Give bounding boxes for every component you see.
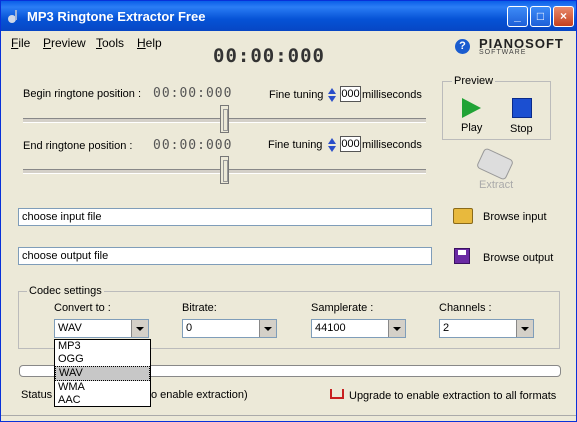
chevron-down-icon[interactable]: [388, 320, 405, 337]
preview-caption: Preview: [452, 75, 496, 87]
convert-to-label: Convert to :: [54, 302, 111, 314]
save-disk-icon[interactable]: [454, 248, 470, 264]
end-fine-tuning-label: Fine tuning: [268, 139, 323, 151]
menu-help[interactable]: Help: [137, 36, 162, 50]
begin-ms-input[interactable]: 000: [340, 86, 361, 102]
output-file-field[interactable]: choose output file: [18, 247, 432, 265]
format-option[interactable]: WMA: [55, 381, 150, 394]
format-option[interactable]: MP3: [55, 340, 150, 353]
convert-to-dropdown[interactable]: MP3 OGG WAV WMA AAC: [54, 339, 151, 407]
channels-label: Channels :: [439, 302, 492, 314]
end-time: 00:00:000: [153, 138, 233, 153]
begin-position-label: Begin ringtone position :: [23, 88, 142, 100]
help-icon[interactable]: ?: [455, 39, 470, 54]
upgrade-link[interactable]: Upgrade to enable extraction to all form…: [349, 390, 556, 402]
window-title: MP3 Ringtone Extractor Free: [27, 9, 206, 24]
preview-group: Preview: [442, 75, 551, 140]
browse-output-button[interactable]: Browse output: [483, 252, 553, 264]
chevron-down-icon[interactable]: [131, 320, 148, 337]
play-icon[interactable]: [462, 98, 481, 118]
folder-open-icon[interactable]: [453, 208, 473, 224]
menu-tools[interactable]: Tools: [96, 36, 124, 50]
end-fine-tuning-spinner[interactable]: [328, 138, 336, 154]
end-ms-input[interactable]: 000: [340, 136, 361, 152]
end-slider-thumb[interactable]: [220, 156, 229, 184]
shopping-cart-icon[interactable]: [330, 389, 344, 399]
input-file-field[interactable]: choose input file: [18, 208, 432, 226]
spin-down-icon[interactable]: [328, 146, 336, 152]
codec-settings-caption: Codec settings: [27, 285, 104, 297]
samplerate-label: Samplerate :: [311, 302, 374, 314]
bitrate-select[interactable]: 0: [182, 319, 277, 338]
main-window: MP3 Ringtone Extractor Free _ □ × File P…: [0, 0, 577, 422]
samplerate-select[interactable]: 44100: [311, 319, 406, 338]
extract-button-label[interactable]: Extract: [479, 179, 513, 191]
begin-time: 00:00:000: [153, 86, 233, 101]
stop-button-label[interactable]: Stop: [510, 123, 533, 135]
play-button-label[interactable]: Play: [461, 122, 482, 134]
begin-ms-unit: milliseconds: [362, 89, 422, 101]
begin-slider-thumb[interactable]: [220, 105, 229, 133]
brand-logo: PIANOSOFT SOFTWARE: [479, 36, 571, 56]
spin-up-icon[interactable]: [328, 138, 336, 144]
begin-fine-tuning-spinner[interactable]: [328, 88, 336, 104]
status-text: o enable extraction): [151, 389, 248, 401]
channels-select[interactable]: 2: [439, 319, 534, 338]
extract-phone-icon[interactable]: [475, 147, 515, 181]
format-option[interactable]: AAC: [55, 394, 150, 407]
spin-up-icon[interactable]: [328, 88, 336, 94]
app-icon: [8, 10, 17, 23]
bitrate-label: Bitrate:: [182, 302, 217, 314]
title-bar: MP3 Ringtone Extractor Free _ □ ×: [1, 1, 576, 31]
format-option-selected[interactable]: WAV: [55, 366, 150, 381]
spin-down-icon[interactable]: [328, 96, 336, 102]
close-button[interactable]: ×: [553, 6, 574, 27]
end-position-label: End ringtone position :: [23, 140, 133, 152]
menu-file[interactable]: File: [11, 36, 30, 50]
main-timer: 00:00:000: [213, 45, 325, 67]
format-option[interactable]: OGG: [55, 353, 150, 366]
begin-fine-tuning-label: Fine tuning: [269, 89, 324, 101]
maximize-button[interactable]: □: [530, 6, 551, 27]
minimize-button[interactable]: _: [507, 6, 528, 27]
status-label: Status: [21, 389, 53, 401]
status-divider: [1, 415, 576, 416]
chevron-down-icon[interactable]: [516, 320, 533, 337]
chevron-down-icon[interactable]: [259, 320, 276, 337]
end-ms-unit: milliseconds: [362, 139, 422, 151]
convert-to-select[interactable]: WAV: [54, 319, 149, 338]
menu-preview[interactable]: Preview: [43, 36, 86, 50]
stop-icon[interactable]: [512, 98, 532, 118]
browse-input-button[interactable]: Browse input: [483, 211, 547, 223]
